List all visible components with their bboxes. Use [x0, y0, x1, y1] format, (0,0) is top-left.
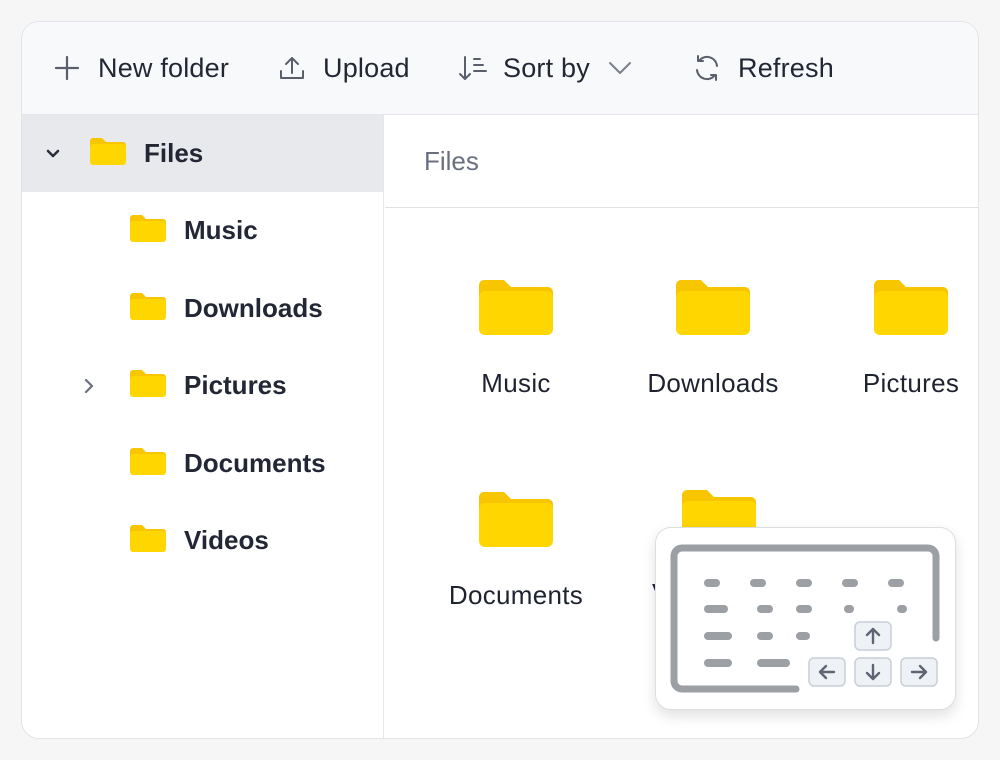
tree-item-label: Music — [184, 215, 258, 246]
upload-button[interactable]: Upload — [277, 44, 457, 92]
keyboard-navigation-hint — [655, 527, 956, 710]
plus-icon — [52, 53, 82, 83]
folder-icon — [129, 291, 167, 326]
folder-name: Pictures — [862, 368, 960, 398]
refresh-button[interactable]: Refresh — [692, 44, 834, 92]
tree-item-files[interactable]: Files — [22, 115, 383, 192]
folder-icon — [129, 446, 167, 481]
upload-label: Upload — [323, 52, 410, 83]
tree-item-label: Videos — [184, 525, 269, 556]
chevron-down-icon[interactable] — [42, 149, 64, 159]
sort-by-label: Sort by — [503, 52, 590, 83]
folder-icon — [674, 277, 752, 342]
tree-item-label: Pictures — [184, 370, 287, 401]
folder-name: Music — [481, 368, 551, 398]
tree-item-label: Files — [144, 138, 204, 168]
folder-tree: Files Music Downloads Pictures Documents… — [22, 115, 384, 738]
refresh-icon — [692, 53, 722, 83]
folder-item-pictures[interactable]: Pictures — [816, 277, 978, 399]
sort-icon — [457, 53, 487, 83]
tree-item-videos[interactable]: Videos — [22, 502, 383, 580]
sort-by-dropdown[interactable]: Sort by — [457, 44, 692, 92]
toolbar: New folder Upload Sort by Refresh — [22, 22, 978, 115]
refresh-label: Refresh — [738, 52, 834, 83]
folder-item-downloads[interactable]: Downloads — [618, 277, 808, 399]
tree-item-documents[interactable]: Documents — [22, 425, 383, 503]
tree-item-downloads[interactable]: Downloads — [22, 270, 383, 348]
breadcrumb[interactable]: Files — [424, 146, 479, 177]
upload-icon — [277, 53, 307, 83]
folder-item-documents[interactable]: Documents — [421, 489, 611, 611]
folder-icon — [129, 368, 167, 403]
chevron-down-icon — [608, 61, 632, 75]
new-folder-button[interactable]: New folder — [52, 44, 277, 92]
folder-icon — [477, 277, 555, 342]
folder-icon — [89, 136, 127, 171]
tree-item-pictures[interactable]: Pictures — [22, 347, 383, 425]
tree-item-music[interactable]: Music — [22, 192, 383, 270]
keyboard-icon — [670, 544, 940, 693]
folder-item-music[interactable]: Music — [421, 277, 611, 399]
chevron-right-icon[interactable] — [81, 347, 97, 425]
folder-icon — [129, 213, 167, 248]
folder-name: Documents — [448, 580, 584, 610]
breadcrumb-bar: Files — [385, 115, 978, 208]
tree-item-label: Downloads — [184, 292, 323, 323]
tree-item-label: Documents — [184, 447, 326, 478]
folder-icon — [129, 523, 167, 558]
new-folder-label: New folder — [98, 52, 230, 83]
folder-icon — [872, 277, 950, 342]
folder-name: Downloads — [647, 368, 779, 398]
folder-icon — [477, 489, 555, 554]
